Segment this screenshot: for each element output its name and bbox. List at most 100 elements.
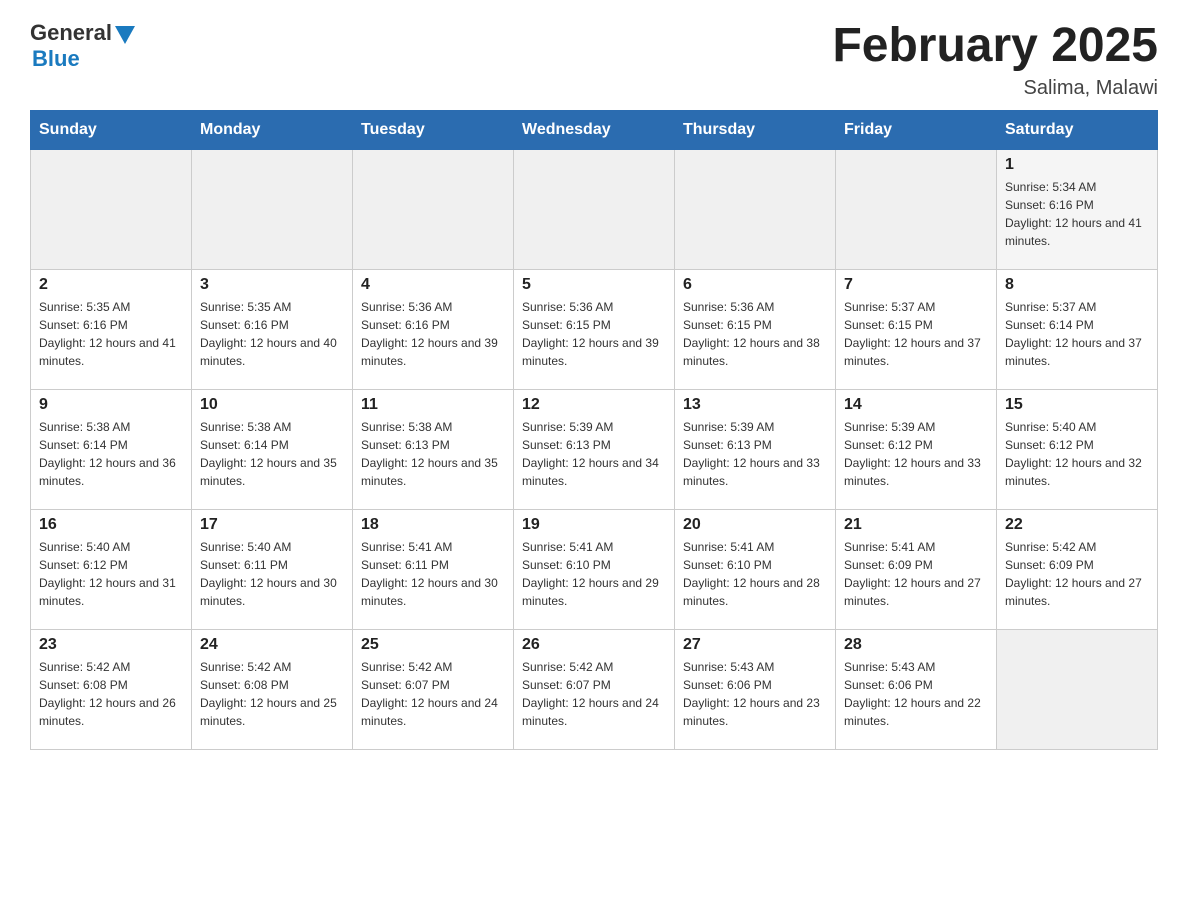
calendar-cell: 27 Sunrise: 5:43 AM Sunset: 6:06 PM Dayli…: [675, 629, 836, 749]
day-info: Sunrise: 5:42 AM Sunset: 6:08 PM Dayligh…: [200, 658, 344, 730]
col-wednesday: Wednesday: [514, 110, 675, 149]
calendar-cell: 24 Sunrise: 5:42 AM Sunset: 6:08 PM Dayli…: [192, 629, 353, 749]
day-number: 12: [522, 396, 666, 414]
day-info: Sunrise: 5:43 AM Sunset: 6:06 PM Dayligh…: [683, 658, 827, 730]
calendar-cell: 22 Sunrise: 5:42 AM Sunset: 6:09 PM Dayli…: [997, 509, 1158, 629]
calendar-cell: [353, 149, 514, 269]
day-number: 8: [1005, 276, 1149, 294]
day-info: Sunrise: 5:36 AM Sunset: 6:16 PM Dayligh…: [361, 298, 505, 370]
calendar-cell: 9Sunrise: 5:38 AM Sunset: 6:14 PM Daylig…: [31, 389, 192, 509]
calendar-cell: [192, 149, 353, 269]
day-info: Sunrise: 5:35 AM Sunset: 6:16 PM Dayligh…: [200, 298, 344, 370]
calendar-cell: 4Sunrise: 5:36 AM Sunset: 6:16 PM Daylig…: [353, 269, 514, 389]
calendar-cell: 11 Sunrise: 5:38 AM Sunset: 6:13 PM Dayli…: [353, 389, 514, 509]
day-number: 23: [39, 636, 183, 654]
day-number: 7: [844, 276, 988, 294]
calendar-cell: 26Sunrise: 5:42 AM Sunset: 6:07 PM Dayli…: [514, 629, 675, 749]
calendar-table: Sunday Monday Tuesday Wednesday Thursday…: [30, 110, 1158, 750]
calendar-cell: 14 Sunrise: 5:39 AM Sunset: 6:12 PM Dayli…: [836, 389, 997, 509]
day-number: 27: [683, 636, 827, 654]
day-number: 3: [200, 276, 344, 294]
calendar-cell: 10Sunrise: 5:38 AM Sunset: 6:14 PM Dayli…: [192, 389, 353, 509]
calendar-cell: 8 Sunrise: 5:37 AM Sunset: 6:14 PM Daylig…: [997, 269, 1158, 389]
day-info: Sunrise: 5:41 AM Sunset: 6:10 PM Dayligh…: [522, 538, 666, 610]
day-info: Sunrise: 5:36 AM Sunset: 6:15 PM Dayligh…: [522, 298, 666, 370]
day-info: Sunrise: 5:43 AM Sunset: 6:06 PM Dayligh…: [844, 658, 988, 730]
day-number: 5: [522, 276, 666, 294]
calendar-cell: 15 Sunrise: 5:40 AM Sunset: 6:12 PM Dayli…: [997, 389, 1158, 509]
day-number: 25: [361, 636, 505, 654]
calendar-cell: 1Sunrise: 5:34 AM Sunset: 6:16 PM Daylig…: [997, 149, 1158, 269]
calendar-cell: 21 Sunrise: 5:41 AM Sunset: 6:09 PM Dayli…: [836, 509, 997, 629]
day-number: 16: [39, 516, 183, 534]
day-info: Sunrise: 5:42 AM Sunset: 6:09 PM Dayligh…: [1005, 538, 1149, 610]
day-number: 21: [844, 516, 988, 534]
day-number: 6: [683, 276, 827, 294]
calendar-cell: 16 Sunrise: 5:40 AM Sunset: 6:12 PM Dayli…: [31, 509, 192, 629]
day-number: 24: [200, 636, 344, 654]
day-number: 11: [361, 396, 505, 414]
day-info: Sunrise: 5:37 AM Sunset: 6:15 PM Dayligh…: [844, 298, 988, 370]
day-number: 14: [844, 396, 988, 414]
day-number: 22: [1005, 516, 1149, 534]
day-info: Sunrise: 5:38 AM Sunset: 6:14 PM Dayligh…: [39, 418, 183, 490]
calendar-cell: [675, 149, 836, 269]
calendar-title: February 2025: [832, 20, 1158, 73]
day-number: 18: [361, 516, 505, 534]
day-number: 19: [522, 516, 666, 534]
calendar-week-row: 2Sunrise: 5:35 AM Sunset: 6:16 PM Daylig…: [31, 269, 1158, 389]
calendar-cell: 28 Sunrise: 5:43 AM Sunset: 6:06 PM Dayli…: [836, 629, 997, 749]
day-info: Sunrise: 5:41 AM Sunset: 6:11 PM Dayligh…: [361, 538, 505, 610]
day-number: 1: [1005, 156, 1149, 174]
calendar-week-row: 23 Sunrise: 5:42 AM Sunset: 6:08 PM Dayli…: [31, 629, 1158, 749]
calendar-cell: 18 Sunrise: 5:41 AM Sunset: 6:11 PM Dayli…: [353, 509, 514, 629]
calendar-week-row: 16 Sunrise: 5:40 AM Sunset: 6:12 PM Dayli…: [31, 509, 1158, 629]
calendar-cell: 23Sunrise: 5:42 AM Sunset: 6:08 PM Dayli…: [31, 629, 192, 749]
title-area: February 2025 Salima, Malawi: [832, 20, 1158, 100]
calendar-cell: 3 Sunrise: 5:35 AM Sunset: 6:16 PM Daylig…: [192, 269, 353, 389]
col-sunday: Sunday: [31, 110, 192, 149]
calendar-cell: [836, 149, 997, 269]
day-info: Sunrise: 5:35 AM Sunset: 6:16 PM Dayligh…: [39, 298, 183, 370]
day-info: Sunrise: 5:42 AM Sunset: 6:07 PM Dayligh…: [361, 658, 505, 730]
calendar-cell: 2Sunrise: 5:35 AM Sunset: 6:16 PM Daylig…: [31, 269, 192, 389]
day-number: 28: [844, 636, 988, 654]
calendar-cell: 20 Sunrise: 5:41 AM Sunset: 6:10 PM Dayli…: [675, 509, 836, 629]
calendar-subtitle: Salima, Malawi: [832, 77, 1158, 100]
day-number: 13: [683, 396, 827, 414]
day-info: Sunrise: 5:40 AM Sunset: 6:12 PM Dayligh…: [39, 538, 183, 610]
logo-general-text: General: [30, 20, 112, 46]
calendar-cell: 17 Sunrise: 5:40 AM Sunset: 6:11 PM Dayli…: [192, 509, 353, 629]
col-thursday: Thursday: [675, 110, 836, 149]
calendar-cell: 12 Sunrise: 5:39 AM Sunset: 6:13 PM Dayli…: [514, 389, 675, 509]
day-info: Sunrise: 5:40 AM Sunset: 6:12 PM Dayligh…: [1005, 418, 1149, 490]
calendar-week-row: 9Sunrise: 5:38 AM Sunset: 6:14 PM Daylig…: [31, 389, 1158, 509]
col-tuesday: Tuesday: [353, 110, 514, 149]
day-number: 20: [683, 516, 827, 534]
page-header: General Blue February 2025 Salima, Malaw…: [30, 20, 1158, 100]
calendar-cell: 13 Sunrise: 5:39 AM Sunset: 6:13 PM Dayli…: [675, 389, 836, 509]
day-info: Sunrise: 5:38 AM Sunset: 6:14 PM Dayligh…: [200, 418, 344, 490]
day-number: 15: [1005, 396, 1149, 414]
calendar-cell: 25 Sunrise: 5:42 AM Sunset: 6:07 PM Dayli…: [353, 629, 514, 749]
day-number: 17: [200, 516, 344, 534]
day-info: Sunrise: 5:37 AM Sunset: 6:14 PM Dayligh…: [1005, 298, 1149, 370]
day-info: Sunrise: 5:39 AM Sunset: 6:12 PM Dayligh…: [844, 418, 988, 490]
day-info: Sunrise: 5:39 AM Sunset: 6:13 PM Dayligh…: [683, 418, 827, 490]
calendar-cell: 7 Sunrise: 5:37 AM Sunset: 6:15 PM Daylig…: [836, 269, 997, 389]
day-info: Sunrise: 5:39 AM Sunset: 6:13 PM Dayligh…: [522, 418, 666, 490]
calendar-cell: [997, 629, 1158, 749]
calendar-cell: [31, 149, 192, 269]
calendar-cell: 19 Sunrise: 5:41 AM Sunset: 6:10 PM Dayli…: [514, 509, 675, 629]
col-friday: Friday: [836, 110, 997, 149]
day-info: Sunrise: 5:40 AM Sunset: 6:11 PM Dayligh…: [200, 538, 344, 610]
calendar-cell: 5 Sunrise: 5:36 AM Sunset: 6:15 PM Daylig…: [514, 269, 675, 389]
calendar-cell: [514, 149, 675, 269]
calendar-header-row: Sunday Monday Tuesday Wednesday Thursday…: [31, 110, 1158, 149]
day-info: Sunrise: 5:41 AM Sunset: 6:10 PM Dayligh…: [683, 538, 827, 610]
day-info: Sunrise: 5:38 AM Sunset: 6:13 PM Dayligh…: [361, 418, 505, 490]
day-info: Sunrise: 5:41 AM Sunset: 6:09 PM Dayligh…: [844, 538, 988, 610]
day-number: 26: [522, 636, 666, 654]
logo-blue-text: Blue: [32, 46, 80, 72]
calendar-week-row: 1Sunrise: 5:34 AM Sunset: 6:16 PM Daylig…: [31, 149, 1158, 269]
